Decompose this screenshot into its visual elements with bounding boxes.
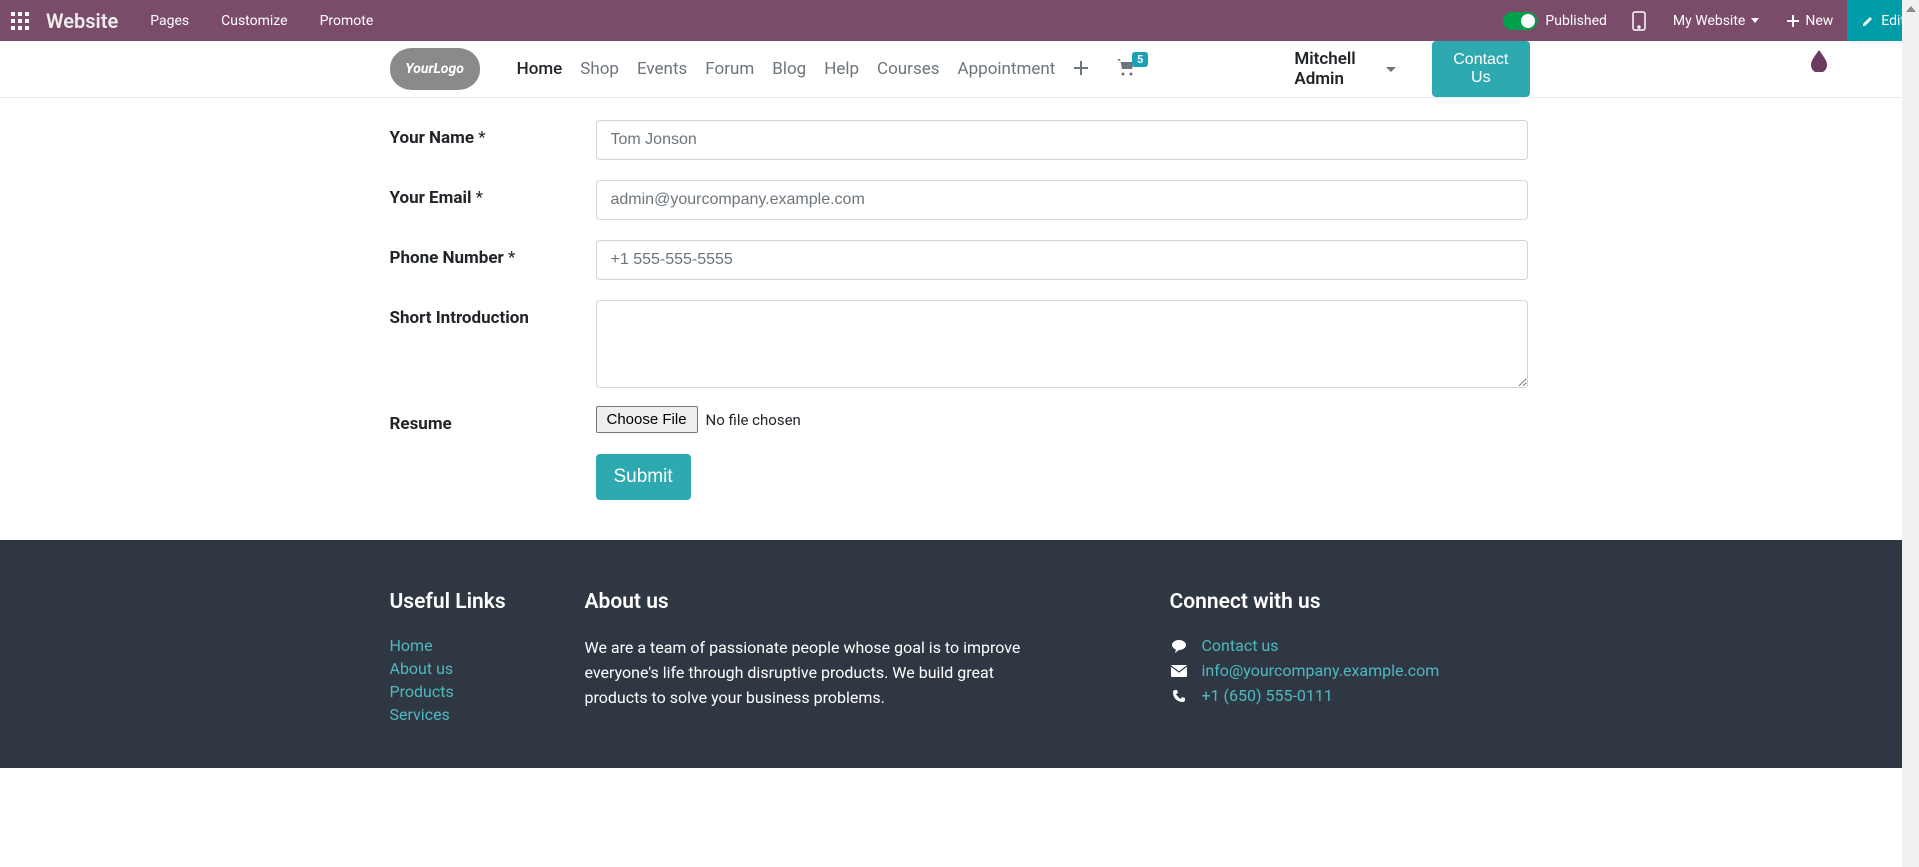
nav-events[interactable]: Events — [628, 59, 696, 79]
topbar-pages[interactable]: Pages — [134, 13, 205, 29]
add-page-icon[interactable] — [1064, 59, 1098, 80]
caret-down-icon — [1386, 67, 1396, 72]
topbar-promote[interactable]: Promote — [304, 13, 390, 29]
published-toggle[interactable] — [1503, 12, 1537, 30]
name-input[interactable] — [596, 120, 1528, 160]
footer-contact-link[interactable]: Contact us — [1202, 636, 1279, 655]
phone-input[interactable] — [596, 240, 1528, 280]
phone-icon — [1170, 689, 1188, 703]
site-footer: Useful Links Home About us Products Serv… — [0, 540, 1919, 768]
name-label: Your Name * — [390, 120, 596, 148]
intro-textarea[interactable] — [596, 300, 1528, 388]
footer-phone-link[interactable]: +1 (650) 555-0111 — [1202, 686, 1333, 705]
scrollbar[interactable] — [1902, 0, 1919, 867]
scroll-up-arrow-icon[interactable] — [1902, 0, 1919, 17]
cart-icon[interactable]: 5 — [1098, 58, 1154, 80]
footer-about-text: We are a team of passionate people whose… — [585, 636, 1045, 710]
footer-link-products[interactable]: Products — [390, 682, 454, 701]
site-logo[interactable]: YourLogo — [390, 48, 480, 90]
nav-forum[interactable]: Forum — [696, 59, 763, 79]
envelope-icon — [1170, 665, 1188, 677]
file-status-text: No file chosen — [706, 411, 801, 429]
email-input[interactable] — [596, 180, 1528, 220]
footer-connect-title: Connect with us — [1170, 590, 1530, 614]
footer-link-about[interactable]: About us — [390, 659, 454, 678]
footer-link-services[interactable]: Services — [390, 705, 450, 724]
footer-link-home[interactable]: Home — [390, 636, 433, 655]
mobile-preview-icon[interactable] — [1619, 0, 1659, 41]
logo-text: YourLogo — [405, 61, 464, 77]
contact-us-button[interactable]: Contact Us — [1432, 41, 1529, 97]
my-website-label: My Website — [1673, 13, 1745, 29]
nav-help[interactable]: Help — [815, 59, 868, 79]
user-menu[interactable]: Mitchell Admin — [1294, 49, 1396, 89]
site-nav: Home Shop Events Forum Blog Help Courses… — [508, 59, 1099, 80]
nav-appointment[interactable]: Appointment — [949, 59, 1065, 79]
app-brand[interactable]: Website — [40, 9, 134, 33]
contact-form: Your Name * Your Email * Phone Number * … — [390, 120, 1530, 500]
intro-label: Short Introduction — [390, 300, 596, 328]
site-header: YourLogo Home Shop Events Forum Blog Hel… — [0, 41, 1919, 98]
phone-label: Phone Number * — [390, 240, 596, 268]
footer-email-link[interactable]: info@yourcompany.example.com — [1202, 661, 1440, 680]
published-label: Published — [1545, 13, 1606, 29]
nav-home[interactable]: Home — [508, 59, 572, 79]
color-picker-droplet-icon[interactable] — [1809, 48, 1829, 76]
topbar-customize[interactable]: Customize — [205, 13, 303, 29]
speech-icon — [1170, 639, 1188, 653]
nav-blog[interactable]: Blog — [763, 59, 815, 79]
resume-label: Resume — [390, 406, 596, 434]
submit-button[interactable]: Submit — [596, 454, 691, 500]
cart-badge: 5 — [1132, 52, 1148, 67]
nav-courses[interactable]: Courses — [868, 59, 948, 79]
apps-icon[interactable] — [0, 0, 40, 41]
new-button[interactable]: New — [1773, 0, 1847, 41]
footer-about-title: About us — [585, 590, 1170, 614]
choose-file-button[interactable]: Choose File — [596, 406, 698, 433]
my-website-dropdown[interactable]: My Website — [1659, 13, 1773, 29]
new-label: New — [1805, 13, 1833, 29]
email-label: Your Email * — [390, 180, 596, 208]
nav-shop[interactable]: Shop — [571, 59, 628, 79]
caret-down-icon — [1751, 18, 1759, 23]
admin-topbar: Website Pages Customize Promote Publishe… — [0, 0, 1919, 41]
footer-links-title: Useful Links — [390, 590, 585, 614]
user-name: Mitchell Admin — [1294, 49, 1380, 89]
